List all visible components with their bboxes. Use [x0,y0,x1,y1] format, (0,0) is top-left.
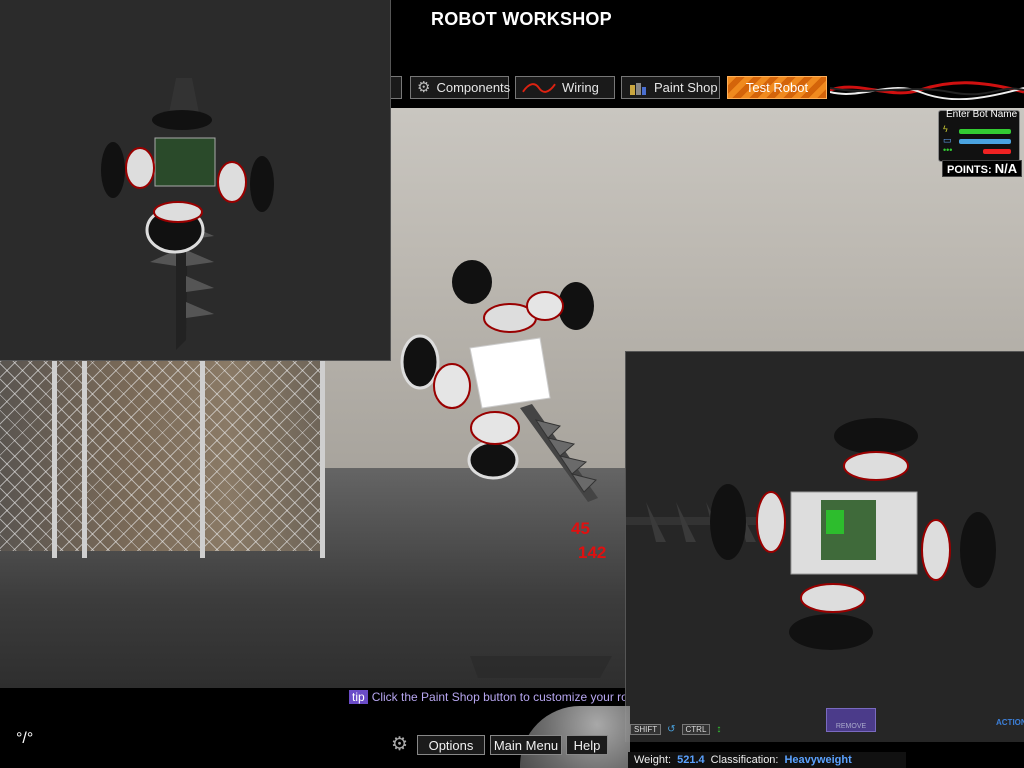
tip-text: Click the Paint Shop button to customize… [371,690,625,704]
distance-readout: 142 [578,543,607,562]
robot-side-view-model [626,418,996,650]
decorative-wires [830,81,1024,100]
tab-label: Paint Shop [654,80,718,95]
points-readout: POINTS: N/A [942,160,1023,177]
motor [470,411,520,445]
classification-value: Heavyweight [784,754,852,766]
wire-icon [522,82,556,93]
points-label: POINTS: [947,164,992,176]
wheel [152,110,212,130]
settings-mini-icon[interactable]: °/° [16,730,33,748]
points-value: N/A [994,161,1018,176]
green-component [826,510,844,534]
wheel [789,614,873,650]
key-hints: SHIFT ↺ CTRL ↕ [630,724,721,735]
chassis-block [469,337,551,409]
vertical-move-icon: ↕ [716,724,722,735]
wheel [250,156,274,212]
options-button[interactable]: Options [417,735,485,755]
tab-components[interactable]: ⚙ Components [410,76,511,99]
wheel [467,440,519,480]
tip-badge: tip [349,690,368,704]
robot-shadow [470,656,612,678]
motor [153,201,203,223]
top-view-preview[interactable] [0,0,391,361]
motor [433,363,471,409]
help-button[interactable]: Help [566,735,608,755]
rotate-icon: ↺ [667,724,676,735]
main-menu-button[interactable]: Main Menu [490,735,562,755]
tab-previous-partial[interactable] [390,76,402,99]
wheel [960,512,996,588]
angle-readout: 45 [571,519,590,538]
motor [756,491,786,553]
dots-icon: ••• [943,145,953,155]
wheel [101,142,125,198]
weight-label: Weight: [634,754,672,766]
wheel [452,260,492,304]
wheel [710,484,746,560]
motor [217,161,247,203]
tab-label: Components [436,80,511,95]
bot-name-input[interactable]: Enter Bot Name [946,109,1017,120]
robot-top-view-model [101,78,274,350]
page-title: ROBOT WORKSHOP [431,9,612,29]
classification-label: Classification: [710,754,779,766]
health-bar [959,129,1011,134]
energy-bar [959,139,1011,144]
motor [800,583,866,613]
tab-wiring[interactable]: Wiring [515,76,615,99]
motor [921,519,951,581]
side-view-preview[interactable] [625,351,1024,742]
ctrl-key: CTRL [681,724,711,735]
circuit-board [154,137,216,187]
gear-icon[interactable]: ⚙ [391,735,408,754]
lightning-icon: ϟ [943,124,948,134]
tab-label: Wiring [562,80,599,95]
tab-test-robot[interactable]: Test Robot [727,76,827,99]
tab-paint-shop[interactable]: Paint Shop [621,76,720,99]
action-label: ACTION [996,718,1024,727]
remove-button[interactable]: REMOVE [826,708,876,732]
weight-value: 521.4 [677,754,705,766]
weight-bar: Weight: 521.4 Classification: Heavyweigh… [628,752,906,768]
damage-bar [983,149,1011,154]
wheel [834,418,918,454]
motor [125,147,155,189]
gear-icon: ⚙ [417,78,431,96]
motor [526,291,564,321]
wheel [400,334,440,390]
tab-label: Test Robot [745,80,809,95]
paint-cans-icon [630,82,646,95]
shift-key: SHIFT [630,724,662,735]
motor [843,451,909,481]
